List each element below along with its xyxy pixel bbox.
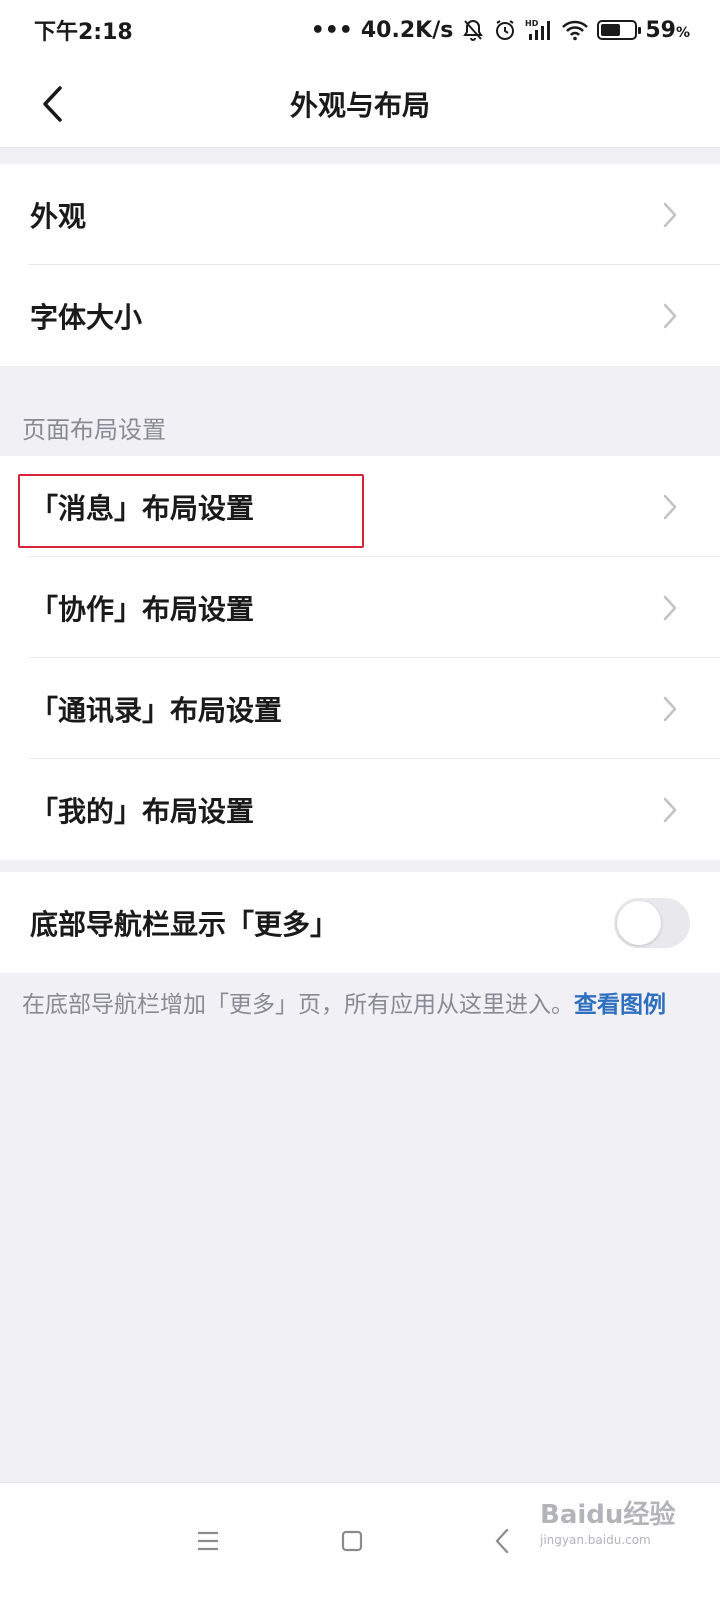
back-button[interactable] <box>30 82 74 126</box>
footnote-text: 在底部导航栏增加「更多」页，所有应用从这里进入。 <box>22 992 574 1018</box>
toggle-knob <box>617 900 661 945</box>
collaboration-layout-item[interactable]: 「协作」布局设置 <box>0 557 720 658</box>
appearance-item[interactable]: 外观 <box>0 164 720 265</box>
message-layout-label: 「消息」布局设置 <box>30 491 255 525</box>
network-speed: 40.2K/s <box>360 17 454 43</box>
chevron-right-icon <box>663 595 677 620</box>
alarm-icon <box>493 18 517 42</box>
home-square-icon <box>341 1530 363 1552</box>
font-size-item[interactable]: 字体大小 <box>0 265 720 366</box>
mine-layout-label: 「我的」布局设置 <box>30 794 255 828</box>
chevron-right-icon <box>663 797 677 822</box>
home-key[interactable] <box>332 1521 372 1561</box>
app-screen: 下午2:18 ••• 40.2K/s HD 59% 外观与布局 外观 字体大小 … <box>0 0 720 1600</box>
battery-percent: 59% <box>645 17 690 43</box>
show-more-toggle[interactable] <box>614 897 690 948</box>
chevron-left-icon <box>43 86 62 122</box>
watermark-url: jingyan.baidu.com <box>540 1533 651 1547</box>
watermark-brand: Baidu经验 <box>540 1500 676 1530</box>
wifi-icon <box>561 19 589 41</box>
hd-badge: HD <box>525 19 539 28</box>
show-more-label: 底部导航栏显示「更多」 <box>30 907 339 941</box>
appearance-label: 外观 <box>30 199 87 233</box>
top-navbar: 外观与布局 <box>0 60 720 148</box>
menu-icon <box>198 1531 218 1551</box>
chevron-right-icon <box>663 494 677 519</box>
status-bar: 下午2:18 ••• 40.2K/s HD 59% <box>0 0 720 60</box>
collaboration-layout-label: 「协作」布局设置 <box>30 592 255 626</box>
menu-key[interactable] <box>188 1521 228 1561</box>
footnote: 在底部导航栏增加「更多」页，所有应用从这里进入。查看图例 <box>22 988 692 1022</box>
layout-settings-group: 「消息」布局设置 「协作」布局设置 「通讯录」布局设置 「我的」布局设置 <box>0 456 720 860</box>
more-toggle-group: 底部导航栏显示「更多」 <box>0 872 720 973</box>
battery-fill <box>601 24 621 36</box>
battery-icon <box>597 20 642 40</box>
show-more-toggle-row: 底部导航栏显示「更多」 <box>0 872 720 973</box>
appearance-group: 外观 字体大小 <box>0 164 720 366</box>
bell-off-icon <box>461 18 485 42</box>
contacts-layout-label: 「通讯录」布局设置 <box>30 693 283 727</box>
view-example-link[interactable]: 查看图例 <box>574 992 666 1018</box>
status-time: 下午2:18 <box>34 20 133 45</box>
chevron-right-icon <box>663 202 677 227</box>
chevron-right-icon <box>663 696 677 721</box>
baidu-watermark: Baidu经验 jingyan.baidu.com <box>540 1494 690 1590</box>
chevron-right-icon <box>663 303 677 328</box>
mine-layout-item[interactable]: 「我的」布局设置 <box>0 759 720 860</box>
signal-icon: HD <box>525 18 553 42</box>
status-icons: ••• 40.2K/s HD 59% <box>311 18 690 43</box>
back-key[interactable] <box>482 1521 522 1561</box>
message-layout-item[interactable]: 「消息」布局设置 <box>0 456 720 557</box>
font-size-label: 字体大小 <box>30 300 143 334</box>
section-label: 页面布局设置 <box>22 416 166 444</box>
more-dots-icon: ••• <box>310 17 353 43</box>
back-arrow-icon <box>495 1528 509 1554</box>
contacts-layout-item[interactable]: 「通讯录」布局设置 <box>0 658 720 759</box>
page-title: 外观与布局 <box>289 88 430 122</box>
